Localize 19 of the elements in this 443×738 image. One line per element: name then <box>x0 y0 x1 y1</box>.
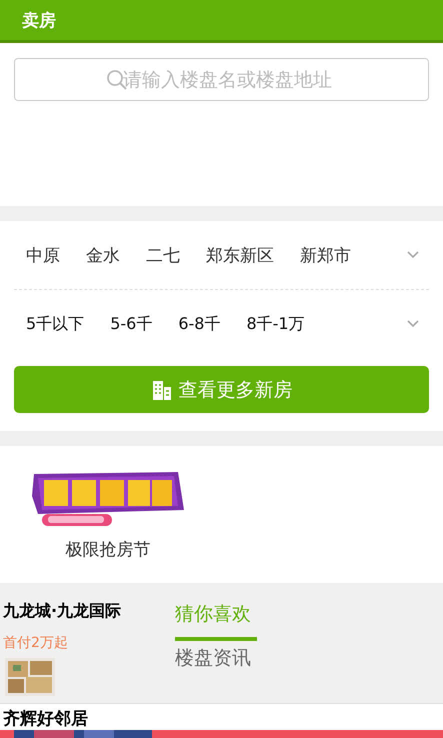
district-option[interactable]: 新郑市 <box>300 244 351 266</box>
chevron-down-icon[interactable] <box>407 320 419 328</box>
buildings-icon <box>150 378 172 400</box>
listing-title[interactable]: 齐辉好邻居 <box>0 707 443 730</box>
chevron-down-icon[interactable] <box>407 251 419 259</box>
page-title: 卖房 <box>22 10 56 32</box>
price-option[interactable]: 8千-1万 <box>246 314 305 334</box>
listing-title[interactable]: 九龙城·九龙国际 <box>3 601 175 622</box>
district-option[interactable]: 中原 <box>26 244 60 266</box>
district-option[interactable]: 二七 <box>146 244 180 266</box>
price-option[interactable]: 6-8千 <box>178 314 220 334</box>
price-tag: 首付2万起 <box>3 634 175 652</box>
price-option[interactable]: 5-6千 <box>110 314 152 334</box>
search-field[interactable]: 请输入楼盘名或楼盘地址 <box>14 58 429 101</box>
district-option[interactable]: 郑东新区 <box>206 244 274 266</box>
tab[interactable]: 楼盘资讯 <box>175 641 257 685</box>
price-option[interactable]: 5千以下 <box>26 314 84 334</box>
promo-label[interactable]: 极限抢房节 <box>66 538 150 561</box>
district-option[interactable]: 金水 <box>86 244 120 266</box>
